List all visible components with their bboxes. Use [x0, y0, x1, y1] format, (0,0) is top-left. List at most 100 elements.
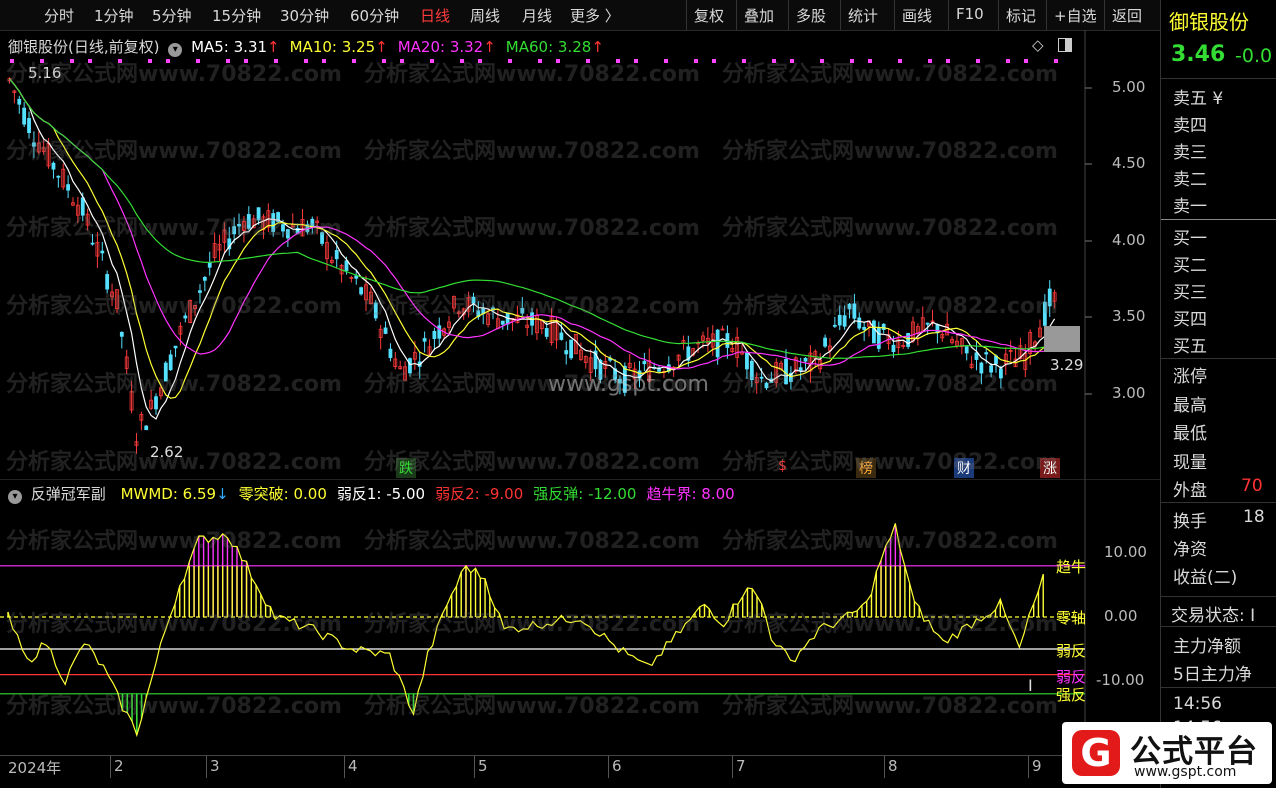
signal-dot: [790, 59, 794, 63]
signal-dot: [304, 59, 308, 63]
period-tab[interactable]: 周线: [470, 5, 500, 26]
candle-body: [281, 224, 285, 232]
ma-legend-item: MA5: 3.31: [191, 38, 268, 56]
toolbar-action-button[interactable]: 多股: [796, 5, 826, 26]
candle-body: [51, 162, 56, 170]
toolbar-action-button[interactable]: 统计: [848, 5, 878, 26]
period-tab[interactable]: 60分钟: [350, 5, 399, 26]
gspt-logo: G 公式平台 www.gspt.com: [1062, 722, 1272, 784]
signal-dot: [694, 59, 698, 63]
candle-body: [354, 275, 359, 279]
indicator-svg[interactable]: [0, 480, 1160, 755]
candle-body: [271, 213, 276, 232]
candle-body: [173, 345, 178, 349]
event-badge: 榜: [856, 458, 876, 478]
signal-dot: [556, 59, 560, 63]
candle-body: [784, 358, 788, 385]
candle-body: [344, 260, 349, 271]
toolbar-action-button[interactable]: +自选: [1054, 5, 1097, 26]
candle-body: [852, 303, 857, 319]
price-tick: 4.00: [1112, 231, 1146, 249]
up-arrow-icon: ↑: [375, 38, 388, 56]
candle-body: [837, 314, 842, 326]
period-tab[interactable]: 30分钟: [280, 5, 329, 26]
period-tab[interactable]: 月线: [522, 5, 552, 26]
signal-dot: [166, 59, 170, 63]
candle-body: [857, 317, 862, 329]
candle-body: [373, 302, 378, 319]
month-divider: [110, 756, 111, 778]
turnover-value: 18: [1243, 507, 1265, 527]
indicator-legend-item: MWMD: 6.59: [120, 485, 217, 503]
candle-body: [383, 327, 388, 334]
candle-body: [359, 287, 364, 295]
candle-body: [22, 107, 27, 125]
candle-body: [183, 315, 188, 319]
period-toolbar: 分时 1分钟 5分钟 15分钟 30分钟 60分钟 日线 周线 月线 更多 〉 复权 叠加 多股 统计 画线…: [0, 0, 1160, 31]
month-tick: 3: [210, 757, 220, 775]
quote-stat-label: 现量: [1173, 452, 1207, 473]
candle-body: [105, 274, 110, 290]
toolbar-action-button[interactable]: 返回: [1112, 5, 1142, 26]
sub-legend: ▾ 反弹冠军副 MWMD: 6.59↓ 零突破: 0.00 弱反1: -5.00 弱反…: [8, 483, 735, 504]
ma-legend-item: MA20: 3.32: [397, 38, 484, 56]
toolbar-action-button[interactable]: F10: [956, 5, 984, 23]
kline-svg[interactable]: [0, 30, 1160, 481]
candle-body: [100, 250, 105, 254]
month-tick: 9: [1032, 757, 1042, 775]
candle-body: [202, 276, 207, 281]
dropdown-icon[interactable]: ▾: [168, 43, 183, 57]
indicator-tick: 10.00: [1104, 543, 1147, 561]
month-tick: 8: [888, 757, 898, 775]
candle-body: [168, 354, 173, 371]
main-legend: 御银股份(日线,前复权) ▾ MA5: 3.31↑ MA10: 3.25↑ MA20…: [8, 36, 614, 57]
signal-dot: [478, 59, 482, 63]
signal-dot: [634, 59, 638, 63]
quote-stat-label: 最低: [1173, 424, 1207, 444]
month-tick: 7: [736, 757, 746, 775]
period-tab[interactable]: 1分钟: [94, 5, 134, 26]
kline-main-chart[interactable]: [0, 30, 1160, 481]
period-tab[interactable]: 分时: [44, 5, 74, 26]
indicator-sub-chart[interactable]: [0, 480, 1160, 755]
toolbar-action-button[interactable]: 叠加: [744, 5, 774, 26]
signal-dot: [382, 59, 386, 63]
mwmd-line: [7, 523, 1044, 738]
candle-body: [246, 214, 251, 229]
candle-body: [989, 365, 994, 373]
dropdown-icon[interactable]: ▾: [8, 490, 22, 504]
candle-body: [881, 323, 886, 330]
signal-dot: [850, 59, 854, 63]
buy-level-label: 买四: [1173, 310, 1207, 330]
signal-dot: [712, 59, 716, 63]
toolbar-separator: [686, 0, 687, 30]
toolbar-action-button[interactable]: 复权: [694, 5, 724, 26]
candle-body: [798, 367, 803, 371]
period-tab[interactable]: 日线: [420, 5, 450, 26]
signal-dot: [586, 59, 590, 63]
signal-dot: [460, 59, 464, 63]
candle-body: [974, 352, 979, 360]
toolbar-separator: [840, 0, 841, 30]
candle-body: [388, 348, 393, 358]
price-tick: 5.00: [1112, 78, 1146, 96]
toolbar-action-button[interactable]: 标记: [1006, 5, 1036, 26]
toolbar-separator: [788, 0, 789, 30]
indicator-tick: -10.00: [1096, 671, 1145, 689]
indicator-tick: 0.00: [1104, 607, 1138, 625]
candle-body: [906, 332, 911, 347]
buy-level-label: 买一: [1173, 229, 1207, 249]
period-tab[interactable]: 5分钟: [152, 5, 192, 26]
diamond-icon[interactable]: ◇: [1032, 36, 1044, 54]
month-divider: [474, 756, 475, 778]
trade-status: 交易状态: I: [1171, 606, 1256, 626]
signal-dot: [244, 59, 248, 63]
quote-price: 3.46: [1171, 42, 1226, 67]
candle-body: [745, 352, 749, 370]
price-tick: 4.50: [1112, 154, 1146, 172]
signal-dot: [898, 59, 902, 63]
toolbar-action-button[interactable]: 画线: [902, 5, 932, 26]
period-tab[interactable]: 15分钟: [212, 5, 261, 26]
candle-body: [198, 290, 202, 293]
period-tab[interactable]: 更多 〉: [570, 5, 620, 26]
